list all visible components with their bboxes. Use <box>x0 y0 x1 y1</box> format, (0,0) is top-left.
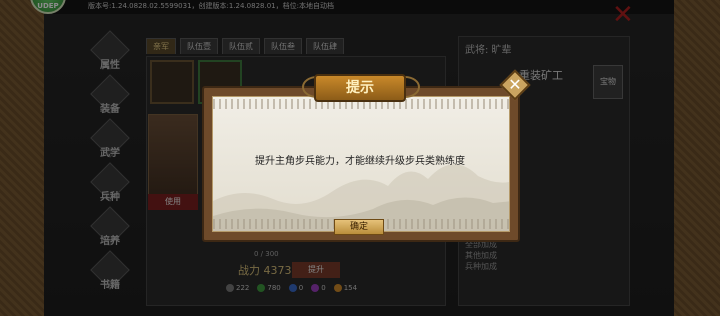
close-icon: ✕ <box>508 75 522 94</box>
dialog-title: 提示 <box>314 74 406 102</box>
confirm-button[interactable]: 确定 <box>334 219 384 235</box>
dialog-message: 提升主角步兵能力，才能继续升级步兵类熟练度 <box>255 156 465 167</box>
mountain-landscape <box>213 164 509 231</box>
